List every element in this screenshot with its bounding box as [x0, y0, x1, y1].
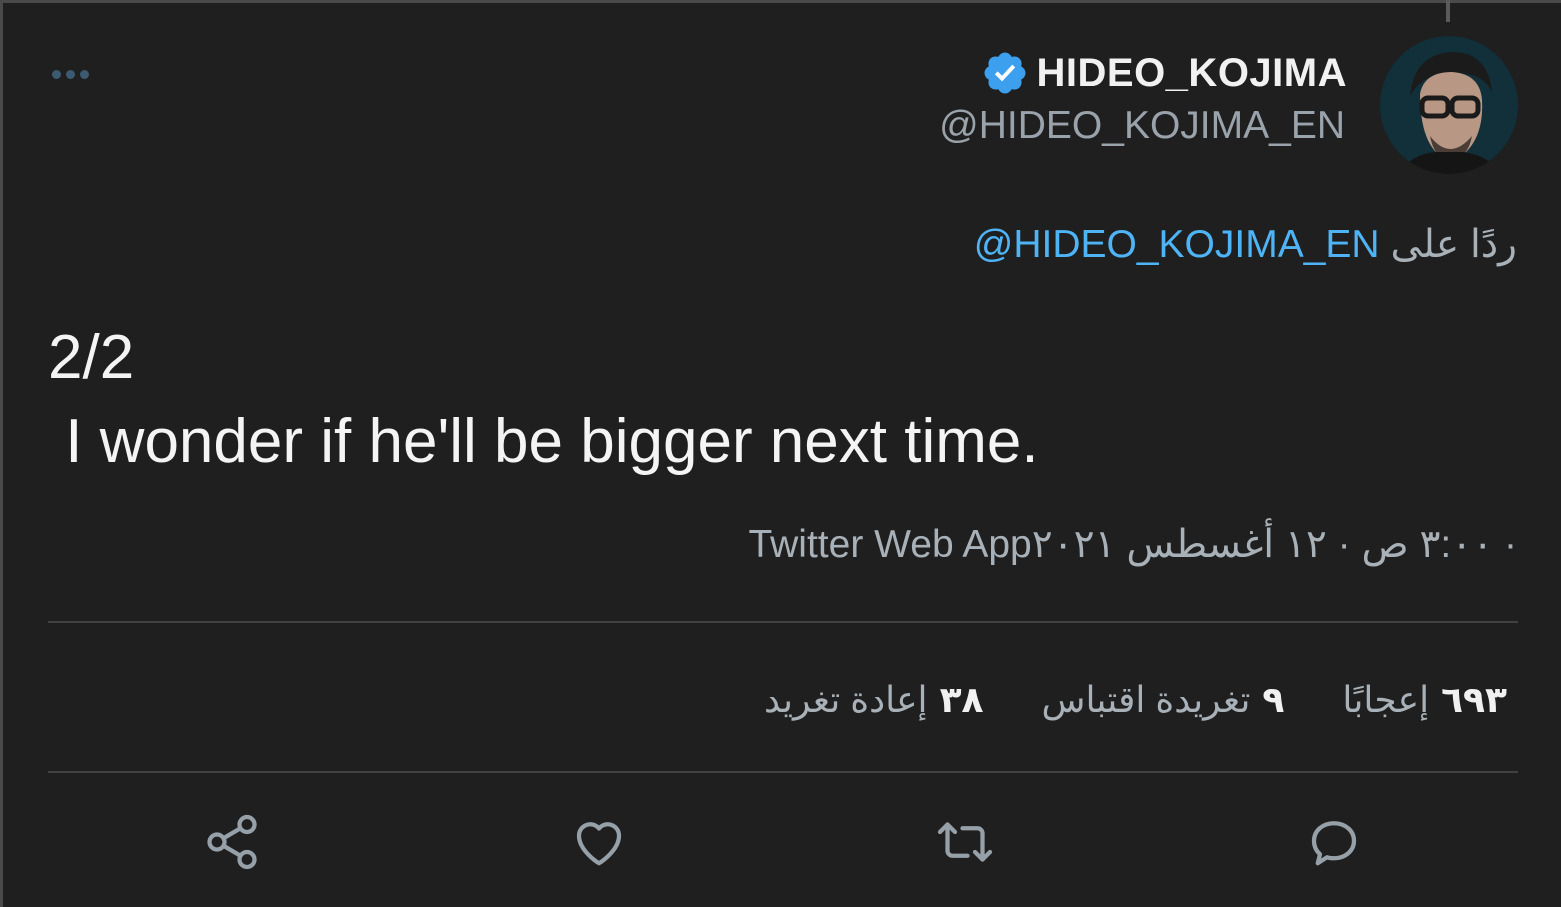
heart-icon [576, 822, 622, 866]
reply-prefix: ردًا على [1390, 223, 1517, 266]
tweet-meta: Twitter Web App٣:٠٠ ص · ١٢ أغسطس ٢٠٢١ · [748, 522, 1517, 567]
tweet-text: 2/2 I wonder if he'll be bigger next tim… [48, 316, 1508, 484]
retweet-label: إعادة تغريد [764, 679, 928, 720]
tweet-timestamp[interactable]: ٣:٠٠ ص · ١٢ أغسطس ٢٠٢١ · [1032, 523, 1517, 566]
reply-context: @HIDEO_KOJIMA_EN ردًا على [974, 222, 1517, 267]
reply-icon [1311, 821, 1357, 866]
scroll-indicator [1446, 0, 1450, 22]
quote-count: ٩ [1262, 679, 1285, 720]
retweet-count-stat[interactable]: ٣٨ إعادة تغريد [764, 679, 983, 721]
like-button[interactable] [569, 812, 629, 872]
divider [48, 621, 1518, 623]
like-count: ٦٩٣ [1441, 679, 1507, 720]
tweet-text-line: 2/2 [48, 323, 135, 392]
reply-to-link[interactable]: @HIDEO_KOJIMA_EN [974, 223, 1380, 266]
engagement-stats: ٣٨ إعادة تغريد ٩ تغريدة اقتباس ٦٩٣ إعجابًا [764, 672, 1507, 728]
like-count-stat[interactable]: ٦٩٣ إعجابًا [1342, 679, 1507, 721]
retweet-button[interactable] [935, 812, 995, 872]
retweet-icon [937, 822, 993, 862]
avatar-image [1380, 36, 1518, 174]
like-label: إعجابًا [1342, 679, 1430, 720]
display-name-row[interactable]: HIDEO_KOJIMA [981, 46, 1348, 100]
quote-count-stat[interactable]: ٩ تغريدة اقتباس [1042, 679, 1285, 721]
share-button[interactable] [202, 812, 262, 872]
avatar[interactable] [1380, 36, 1518, 174]
more-dot [80, 69, 89, 79]
more-dot [66, 69, 75, 79]
more-dot [52, 69, 61, 79]
display-name: HIDEO_KOJIMA [1036, 50, 1347, 95]
tweet-text-line: I wonder if he'll be bigger next time. [48, 407, 1039, 476]
more-options-icon[interactable] [52, 64, 98, 84]
retweet-count: ٣٨ [939, 679, 984, 720]
verified-badge-icon [984, 52, 1025, 94]
divider [48, 771, 1518, 773]
quote-label: تغريدة اقتباس [1041, 679, 1251, 720]
reply-button[interactable] [1304, 812, 1364, 872]
share-icon [207, 814, 257, 870]
user-handle[interactable]: @HIDEO_KOJIMA_EN [939, 104, 1345, 148]
tweet-source[interactable]: Twitter Web App [748, 523, 1031, 566]
